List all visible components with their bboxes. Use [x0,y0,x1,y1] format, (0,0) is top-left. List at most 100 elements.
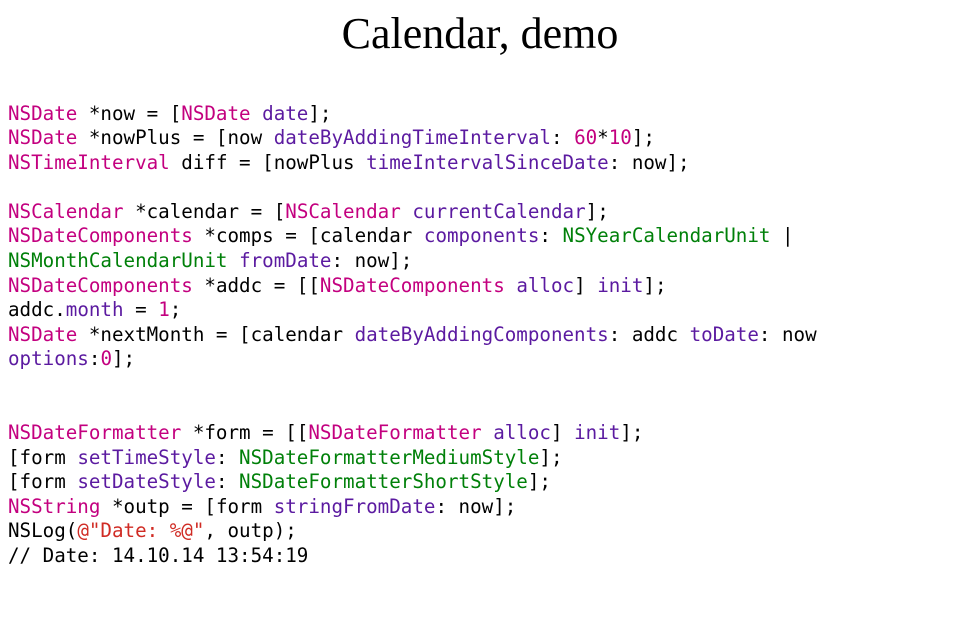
code-line: NSTimeInterval diff = [nowPlus timeInter… [8,151,690,174]
blank-line [8,397,20,420]
punc-token [505,274,517,297]
punc-token: *calendar = [ [124,200,286,223]
punc-token: ]; [620,421,643,444]
punc-token: ]; [586,200,609,223]
code-line: NSDateComponents *comps = [calendar comp… [8,224,794,247]
punc-token: *nowPlus = [now [77,126,273,149]
code-line: NSDateFormatter *form = [[NSDateFormatte… [8,421,643,444]
code-line: NSDate *nowPlus = [now dateByAddingTimeI… [8,126,655,149]
type-token: NSCalendar [8,200,124,223]
punc-token: *addc = [[ [193,274,320,297]
punc-token: ] [574,274,597,297]
selector-token: alloc [493,421,551,444]
slide-title: Calendar, demo [0,8,960,59]
selector-token: timeIntervalSinceDate [366,151,609,174]
type-token: NSDate [8,323,77,346]
type-token: NSTimeInterval [8,151,170,174]
punc-token: ]; [112,347,135,370]
selector-token: date [262,102,308,125]
comment-token: // Date: 14.10.14 13:54:19 [8,544,308,567]
punc-token: ]; [308,102,331,125]
punc-token: : [89,347,101,370]
type-token: NSDateComponents [320,274,505,297]
punc-token: : addc [609,323,690,346]
punc-token [482,421,494,444]
number-token: 0 [100,347,112,370]
punc-token: , outp); [204,519,296,542]
identifier-token: NSDateFormatterMediumStyle [239,446,539,469]
punc-token: [form [8,470,77,493]
punc-token: ] [551,421,574,444]
punc-token: | [770,224,793,247]
punc-token [228,249,240,272]
selector-token: alloc [516,274,574,297]
identifier-token: NSYearCalendarUnit [563,224,771,247]
number-token: 10 [609,126,632,149]
code-line: NSMonthCalendarUnit fromDate: now]; [8,249,412,272]
type-token: NSDateFormatter [8,421,181,444]
selector-token: init [597,274,643,297]
punc-token: *nextMonth = [calendar [77,323,354,346]
type-token: NSString [8,495,100,518]
type-token: NSDateComponents [8,224,193,247]
selector-token: stringFromDate [274,495,436,518]
type-token: NSDateFormatter [308,421,481,444]
string-literal-token: @"Date: %@" [77,519,204,542]
punc-token [251,102,263,125]
punc-token: : [539,224,562,247]
code-line: options:0]; [8,347,135,370]
type-token: NSDateComponents [8,274,193,297]
number-token: 60 [574,126,597,149]
punc-token: ]; [632,126,655,149]
type-token: NSCalendar [285,200,401,223]
selector-token: currentCalendar [412,200,585,223]
punc-token: : [216,470,239,493]
punc-token: diff = [nowPlus [170,151,366,174]
code-block: NSDate *now = [NSDate date]; NSDate *now… [0,77,960,569]
code-line: [form setTimeStyle: NSDateFormatterMediu… [8,446,563,469]
number-token: 1 [158,298,170,321]
selector-token: options [8,347,89,370]
punc-token: : now]; [435,495,516,518]
selector-token: dateByAddingTimeInterval [274,126,551,149]
identifier-token: NSMonthCalendarUnit [8,249,228,272]
type-token: NSDate [181,102,250,125]
punc-token: ]; [528,470,551,493]
punc-token: : [216,446,239,469]
punc-token: [form [8,446,77,469]
selector-token: dateByAddingComponents [355,323,609,346]
punc-token: ]; [539,446,562,469]
selector-token: setTimeStyle [77,446,216,469]
punc-token: = [124,298,159,321]
punc-token: : [551,126,574,149]
code-line: NSString *outp = [form stringFromDate: n… [8,495,516,518]
code-line: [form setDateStyle: NSDateFormatterShort… [8,470,551,493]
selector-token: components [424,224,540,247]
selector-token: init [574,421,620,444]
punc-token: addc. [8,298,66,321]
code-line: NSDate *now = [NSDate date]; [8,102,331,125]
blank-line [8,372,20,395]
punc-token: : now]; [609,151,690,174]
punc-token: *form = [[ [181,421,308,444]
identifier-token: NSDateFormatterShortStyle [239,470,528,493]
selector-token: fromDate [239,249,331,272]
code-line: // Date: 14.10.14 13:54:19 [8,544,308,567]
code-line: NSDateComponents *addc = [[NSDateCompone… [8,274,667,297]
blank-line [8,175,20,198]
selector-token: month [66,298,124,321]
code-line: NSCalendar *calendar = [NSCalendar curre… [8,200,609,223]
type-token: NSDate [8,102,77,125]
type-token: NSDate [8,126,77,149]
punc-token: *comps = [calendar [193,224,424,247]
punc-token: *outp = [form [100,495,273,518]
punc-token: * [597,126,609,149]
punc-token: NSLog( [8,519,77,542]
punc-token: : now]; [331,249,412,272]
punc-token: ]; [643,274,666,297]
punc-token: : now [759,323,817,346]
punc-token: *now = [ [77,102,181,125]
punc-token [401,200,413,223]
code-line: addc.month = 1; [8,298,181,321]
selector-token: toDate [690,323,759,346]
